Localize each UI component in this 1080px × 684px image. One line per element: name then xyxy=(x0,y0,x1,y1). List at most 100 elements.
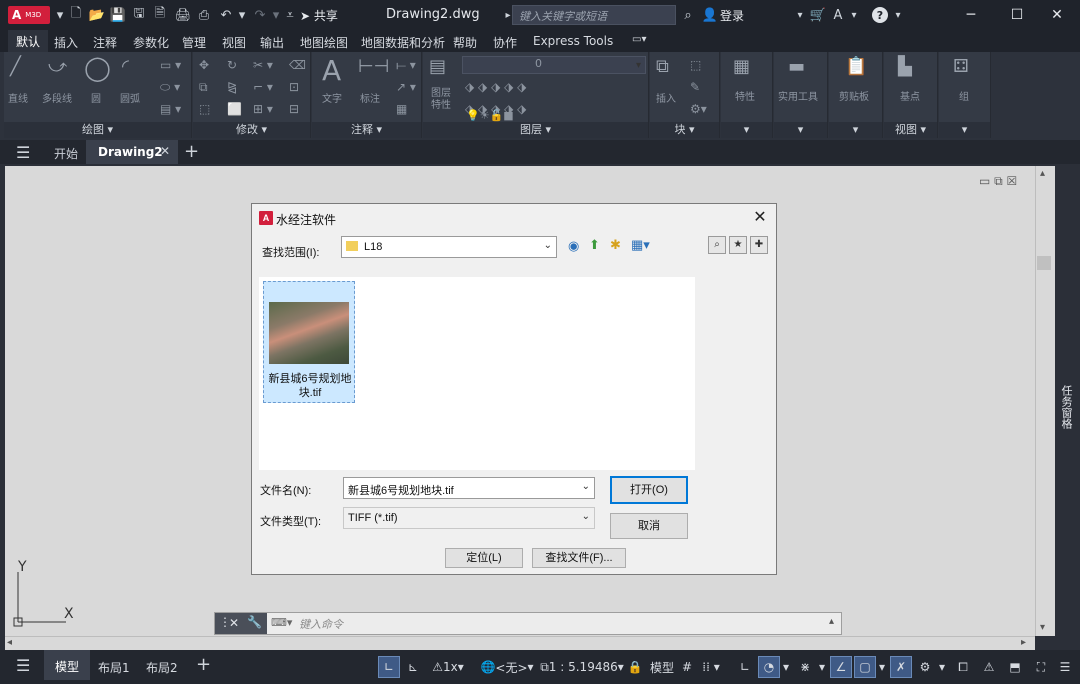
new-file-icon[interactable]: 🗋 xyxy=(68,6,84,24)
measure-icon[interactable]: ▬ xyxy=(788,56,805,77)
undo-icon[interactable]: ↶ xyxy=(218,6,234,24)
layer-tools-row1-icon[interactable]: ⬗ ⬗ ⬗ ⬗ ⬗ xyxy=(465,80,526,94)
isodraft-dropdown-icon[interactable]: ▾ xyxy=(816,656,828,678)
mirror-icon[interactable]: ⧎ xyxy=(227,80,237,94)
grid-icon[interactable]: # xyxy=(678,656,696,678)
erase-icon[interactable]: ⌫ xyxy=(289,58,306,72)
tab-insert[interactable]: 插入 xyxy=(54,34,78,51)
tab-output[interactable]: 输出 xyxy=(260,34,284,51)
panel-draw-title[interactable]: 绘图 ▾ xyxy=(4,122,191,138)
publish-icon[interactable]: 🗎 xyxy=(152,6,168,24)
scale-selector[interactable]: ⧉ 1 : 5.19486 ▾ xyxy=(540,656,624,678)
command-line-grip[interactable]: ⋮ ✕ 🔧 xyxy=(215,613,267,634)
command-input[interactable]: 键入命令 xyxy=(299,616,343,632)
isolate-objects-icon[interactable]: ⬒ xyxy=(1004,656,1026,678)
add-layout-icon[interactable]: + xyxy=(196,654,211,675)
model-space-button[interactable]: 模型 xyxy=(648,656,676,678)
panel-layers-title[interactable]: 图层 ▾ xyxy=(423,122,648,138)
osnap-dropdown-icon[interactable]: ▾ xyxy=(876,656,888,678)
fullscreen-icon[interactable]: ⛶ xyxy=(1030,656,1052,678)
copy-icon[interactable]: ⧉ xyxy=(199,80,208,95)
save-as-icon[interactable]: 🖫 xyxy=(131,6,147,24)
customize-status-icon[interactable]: ☰ xyxy=(1054,656,1076,678)
cart-icon[interactable]: 🛒 xyxy=(810,6,826,24)
horizontal-scrollbar[interactable]: ◂ ▸ xyxy=(5,636,1035,650)
line-icon[interactable]: ╱ xyxy=(10,56,21,77)
command-line[interactable]: ⋮ ✕ 🔧 ⌨▾ 键入命令 ▴ xyxy=(214,612,842,635)
create-block-icon[interactable]: ⬚ xyxy=(690,58,701,72)
share-button[interactable]: ➤ 共享 xyxy=(300,7,338,24)
back-icon[interactable]: ◉ xyxy=(568,238,579,254)
autodesk-a-icon[interactable]: A xyxy=(830,6,846,24)
annotation-monitor-icon[interactable]: ⧠ xyxy=(952,656,974,678)
minimize-button[interactable]: ─ xyxy=(948,0,994,30)
tab-express-tools[interactable]: Express Tools xyxy=(533,34,613,48)
panel-annotation-title[interactable]: 注释 ▾ xyxy=(312,122,421,138)
tab-view[interactable]: 视图 xyxy=(222,34,246,51)
scroll-down-icon[interactable]: ▾ xyxy=(1040,622,1045,633)
a-dropdown-icon[interactable]: ▾ xyxy=(846,6,862,24)
vertical-scroll-thumb[interactable] xyxy=(1037,256,1051,270)
offset-icon[interactable]: ⊟ xyxy=(289,102,299,116)
dimension-icon[interactable]: ⊢⊣ xyxy=(358,56,389,77)
fillet-icon[interactable]: ⌐ ▾ xyxy=(253,80,273,94)
tab-help[interactable]: 帮助 xyxy=(453,34,477,51)
scale-icon[interactable]: ⬜ xyxy=(227,102,242,116)
ortho-icon[interactable]: ∟ xyxy=(734,656,756,678)
cmd-history-icon[interactable]: ▴ xyxy=(829,616,834,627)
scroll-right-icon[interactable]: ▸ xyxy=(1021,637,1026,648)
group-icon[interactable]: ⚃ xyxy=(953,56,969,77)
search-icon[interactable]: ⌕ xyxy=(680,6,696,24)
file-list[interactable]: 新县城6号规划地块.tif xyxy=(259,277,695,470)
lock-icon[interactable]: 🔒 xyxy=(626,656,644,678)
polar-icon[interactable]: ◔ xyxy=(758,656,780,678)
workspace-gear-icon[interactable]: ⚙ xyxy=(914,656,936,678)
block-attr-icon[interactable]: ⚙▾ xyxy=(690,102,707,116)
search-input[interactable]: 键入关键字或短语 xyxy=(512,5,676,25)
filetype-dropdown[interactable]: TIFF (*.tif) ⌄ xyxy=(343,507,595,529)
ellipse-icon[interactable]: ⬭ ▾ xyxy=(160,80,180,95)
properties-icon[interactable]: ▦ xyxy=(733,56,750,77)
clipboard-expand[interactable]: ▾ xyxy=(829,122,882,138)
trim-icon[interactable]: ✂ ▾ xyxy=(253,58,273,72)
new-folder-icon[interactable]: ✱ xyxy=(610,237,621,253)
move-icon[interactable]: ✥ xyxy=(199,58,209,72)
linear-dim-icon[interactable]: ⟝ ▾ xyxy=(396,58,416,73)
groups-expand[interactable]: ▾ xyxy=(939,122,990,138)
object-snap-icon[interactable]: ▢ xyxy=(854,656,876,678)
scroll-left-icon[interactable]: ◂ xyxy=(7,637,12,648)
view-menu-icon[interactable]: ▦▾ xyxy=(631,237,650,253)
layout2-tab[interactable]: 布局2 xyxy=(146,659,178,676)
hamburger-menu-icon[interactable]: ☰ xyxy=(16,143,30,162)
tab-annotate[interactable]: 注释 xyxy=(93,34,117,51)
status-menu-icon[interactable]: ☰ xyxy=(16,656,30,675)
arc-icon[interactable]: ◜ xyxy=(122,56,129,77)
chevron-down-icon[interactable]: ▾ xyxy=(52,6,68,24)
start-tab[interactable]: 开始 xyxy=(54,145,78,162)
up-folder-icon[interactable]: ⬆ xyxy=(589,237,600,253)
lookin-dropdown[interactable]: L18 ⌄ xyxy=(341,236,557,258)
object-snap-tracking-icon[interactable]: ∠ xyxy=(830,656,852,678)
file-item[interactable]: 新县城6号规划地块.tif xyxy=(263,281,355,403)
panel-modify-title[interactable]: 修改 ▾ xyxy=(193,122,310,138)
tab-map-drawing[interactable]: 地图绘图 xyxy=(300,34,348,51)
tab-default[interactable]: 默认 xyxy=(8,30,49,52)
table-icon[interactable]: ▦ xyxy=(396,102,407,116)
layout1-tab[interactable]: 布局1 xyxy=(98,659,130,676)
open-button[interactable]: 打开(O) xyxy=(610,476,688,504)
customize-qat-icon[interactable]: ⩡ xyxy=(282,6,298,24)
polyline-icon[interactable]: ⤻ xyxy=(48,56,67,77)
help-icon[interactable]: ? xyxy=(872,7,888,23)
new-tab-icon[interactable]: + xyxy=(184,141,199,162)
array-icon[interactable]: ⊞ ▾ xyxy=(253,102,273,116)
search-web-icon[interactable]: ⌕ xyxy=(708,236,726,254)
grid-snap-icon[interactable]: ∟ xyxy=(378,656,400,678)
polar-dropdown-icon[interactable]: ▾ xyxy=(780,656,792,678)
locate-button[interactable]: 定位(L) xyxy=(445,548,523,568)
properties-expand[interactable]: ▾ xyxy=(721,122,772,138)
leader-icon[interactable]: ↗ ▾ xyxy=(396,80,416,94)
tab-parametric[interactable]: 参数化 xyxy=(133,34,169,51)
print-icon[interactable]: ⎙ xyxy=(196,6,212,24)
paste-icon[interactable]: 📋 xyxy=(845,56,867,77)
ucs-selector[interactable]: 🌐 <无> ▾ xyxy=(478,656,536,678)
